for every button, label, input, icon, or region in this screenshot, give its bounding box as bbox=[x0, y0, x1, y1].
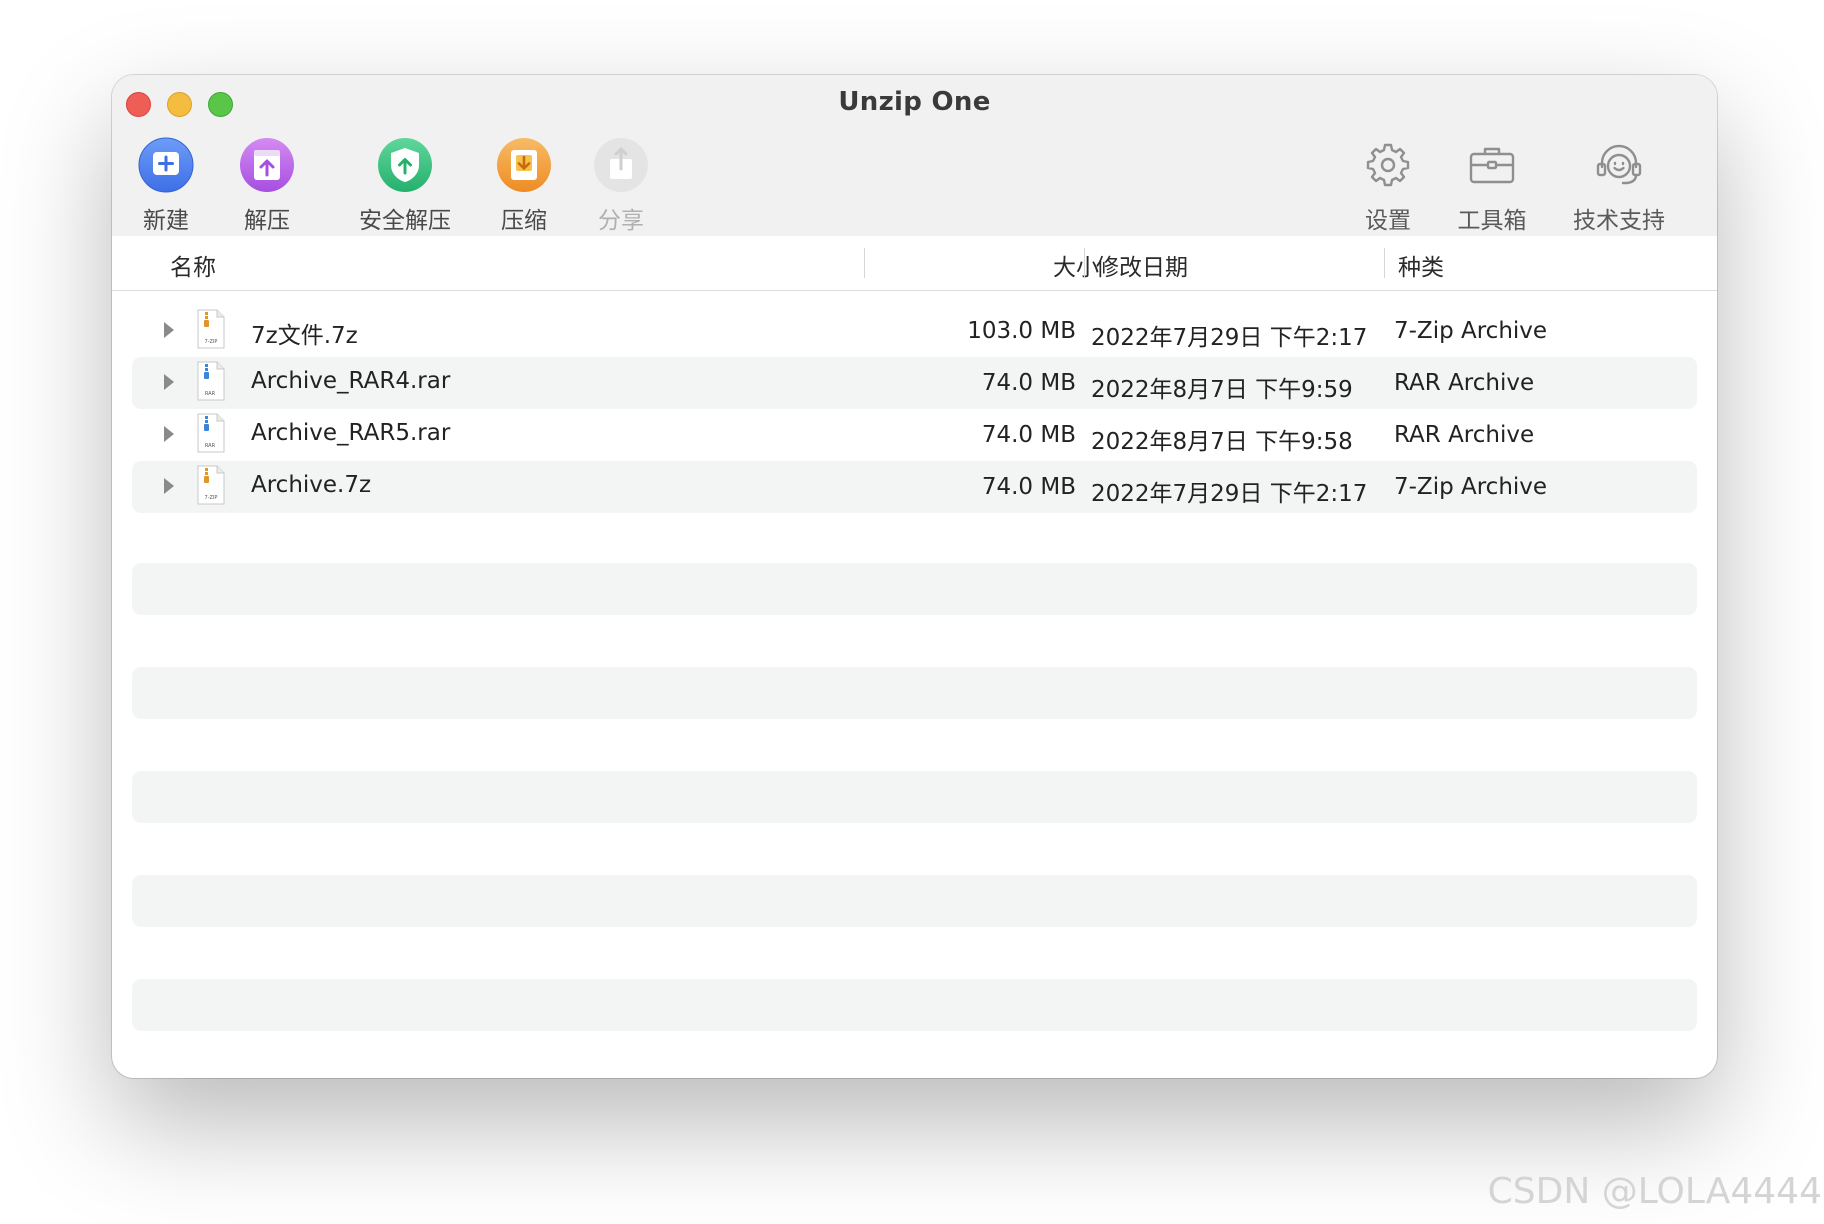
expand-disclosure-icon[interactable] bbox=[164, 322, 174, 338]
compress-button-label: 压缩 bbox=[501, 208, 547, 234]
column-header-size[interactable]: 大小 bbox=[1053, 248, 1099, 282]
file-kind: RAR Archive bbox=[1394, 370, 1535, 396]
compress-download-icon bbox=[497, 138, 551, 192]
empty-row-stripe bbox=[132, 771, 1697, 823]
file-type-badge: 7-ZIP bbox=[205, 339, 218, 345]
toolbox-button[interactable]: 工具箱 bbox=[1447, 135, 1537, 235]
support-headset-icon bbox=[1596, 144, 1642, 185]
column-divider[interactable] bbox=[1384, 248, 1385, 278]
gear-icon bbox=[1366, 143, 1410, 187]
titlebar-toolbar: Unzip One 新建 解压 安全解压 压缩 分享 设置 工具箱 技术支持 bbox=[112, 75, 1717, 237]
toolbox-icon bbox=[1469, 147, 1515, 184]
new-button[interactable]: 新建 bbox=[131, 135, 201, 235]
compress-button[interactable]: 压缩 bbox=[489, 135, 559, 235]
file-size: 74.0 MB bbox=[981, 370, 1076, 396]
settings-button[interactable]: 设置 bbox=[1353, 135, 1423, 235]
file-kind: 7-Zip Archive bbox=[1394, 318, 1548, 344]
column-divider[interactable] bbox=[864, 248, 865, 278]
extract-upload-icon bbox=[240, 138, 294, 192]
expand-disclosure-icon[interactable] bbox=[164, 426, 174, 442]
file-row[interactable]: RAR Archive_RAR4.rar 74.0 MB 2022年8月7日 下… bbox=[132, 357, 1697, 409]
file-type-badge: RAR bbox=[205, 443, 216, 449]
file-type-badge: 7-ZIP bbox=[205, 495, 218, 501]
file-row[interactable]: 7-ZIP 7z文件.7z 103.0 MB 2022年7月29日 下午2:17… bbox=[132, 305, 1697, 357]
new-button-label: 新建 bbox=[143, 208, 189, 234]
7z-archive-icon: 7-ZIP bbox=[197, 465, 225, 505]
7z-archive-icon: 7-ZIP bbox=[197, 309, 225, 349]
share-button-label: 分享 bbox=[598, 208, 644, 234]
secure-extract-shield-icon bbox=[378, 138, 432, 192]
file-modified-date: 2022年8月7日 下午9:58 bbox=[1091, 429, 1353, 455]
support-button-label: 技术支持 bbox=[1573, 208, 1665, 234]
share-icon bbox=[594, 138, 648, 192]
file-list: 7-ZIP 7z文件.7z 103.0 MB 2022年7月29日 下午2:17… bbox=[132, 305, 1697, 513]
column-header-row: 名称 大小 修改日期 种类 bbox=[112, 236, 1717, 291]
rar-archive-icon: RAR bbox=[197, 361, 225, 401]
expand-disclosure-icon[interactable] bbox=[164, 374, 174, 390]
file-row[interactable]: RAR Archive_RAR5.rar 74.0 MB 2022年8月7日 下… bbox=[132, 409, 1697, 461]
empty-row-stripe bbox=[132, 667, 1697, 719]
window-title: Unzip One bbox=[838, 87, 991, 117]
file-modified-date: 2022年8月7日 下午9:59 bbox=[1091, 377, 1353, 403]
file-kind: RAR Archive bbox=[1394, 422, 1535, 448]
settings-button-label: 设置 bbox=[1365, 208, 1411, 234]
watermark-text: CSDN @LOLA4444 bbox=[1487, 1171, 1822, 1212]
new-plus-icon bbox=[138, 137, 194, 193]
expand-disclosure-icon[interactable] bbox=[164, 478, 174, 494]
empty-row-stripe bbox=[132, 563, 1697, 615]
file-name: Archive_RAR5.rar bbox=[251, 420, 451, 446]
file-modified-date: 2022年7月29日 下午2:17 bbox=[1091, 325, 1368, 351]
extract-button-label: 解压 bbox=[244, 208, 290, 234]
file-size: 103.0 MB bbox=[967, 318, 1076, 344]
secure-extract-button-label: 安全解压 bbox=[359, 208, 451, 234]
file-size: 74.0 MB bbox=[981, 422, 1076, 448]
file-type-badge: RAR bbox=[205, 391, 216, 397]
secure-extract-button[interactable]: 安全解压 bbox=[355, 135, 455, 235]
file-name: 7z文件.7z bbox=[251, 323, 358, 349]
column-divider[interactable] bbox=[1084, 248, 1085, 278]
rar-archive-icon: RAR bbox=[197, 413, 225, 453]
support-button[interactable]: 技术支持 bbox=[1564, 135, 1674, 235]
column-header-name[interactable]: 名称 bbox=[170, 248, 216, 282]
screen: Unzip One 新建 解压 安全解压 压缩 分享 设置 工具箱 技术支持 名… bbox=[0, 0, 1824, 1224]
toolbox-button-label: 工具箱 bbox=[1457, 208, 1527, 234]
file-kind: 7-Zip Archive bbox=[1394, 474, 1548, 500]
file-modified-date: 2022年7月29日 下午2:17 bbox=[1091, 481, 1368, 507]
column-header-kind[interactable]: 种类 bbox=[1398, 248, 1444, 282]
share-button[interactable]: 分享 bbox=[586, 135, 656, 235]
empty-row-stripe bbox=[132, 875, 1697, 927]
app-window: Unzip One 新建 解压 安全解压 压缩 分享 设置 工具箱 技术支持 名… bbox=[112, 75, 1717, 1078]
file-row[interactable]: 7-ZIP Archive.7z 74.0 MB 2022年7月29日 下午2:… bbox=[132, 461, 1697, 513]
column-header-modified[interactable]: 修改日期 bbox=[1096, 248, 1188, 282]
file-name: Archive_RAR4.rar bbox=[251, 368, 451, 394]
extract-button[interactable]: 解压 bbox=[232, 135, 302, 235]
file-size: 74.0 MB bbox=[981, 474, 1076, 500]
file-name: Archive.7z bbox=[251, 472, 372, 498]
empty-row-stripe bbox=[132, 979, 1697, 1031]
